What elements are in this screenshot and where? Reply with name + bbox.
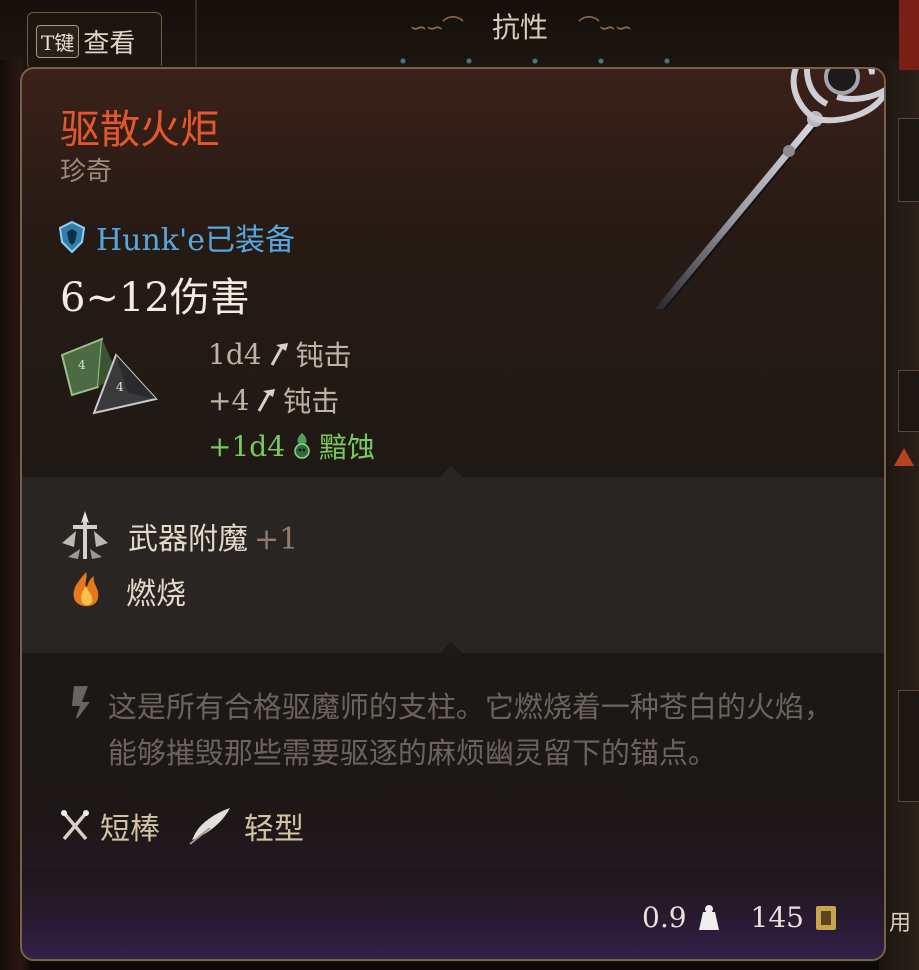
- tooltip-footer: 0.9 145: [22, 869, 884, 959]
- price-value: 145: [750, 901, 804, 934]
- weight-icon: [698, 904, 719, 930]
- crossed-clubs-icon: [61, 810, 89, 841]
- damage-roll-3: +1d4 黯蚀: [208, 423, 375, 469]
- damage-type: 钝击: [295, 339, 352, 372]
- item-rarity: 珍奇: [60, 157, 113, 187]
- weapon-enchantment: 武器附魔 +1: [58, 509, 298, 563]
- bludgeon-icon: [270, 343, 288, 366]
- dice-icon: 4 4: [60, 337, 158, 415]
- equipped-text: Hunk'e已装备: [96, 223, 295, 258]
- feather-icon: [189, 808, 230, 845]
- property-label: 短棒: [100, 812, 160, 847]
- right-tab[interactable]: [899, 0, 919, 70]
- damage-dice: 1d4: [208, 337, 262, 371]
- bludgeon-icon: [257, 389, 276, 412]
- scroll-up-arrow-icon[interactable]: [894, 448, 914, 466]
- gold-coin-icon: [816, 905, 836, 930]
- necrotic-icon: [294, 433, 310, 459]
- special-label: 燃烧: [126, 577, 186, 612]
- view-button-label: 查看: [83, 28, 136, 59]
- damage-dice: +4: [208, 383, 250, 417]
- use-label[interactable]: 用: [889, 905, 911, 937]
- resistance-title: 抗性: [491, 11, 548, 44]
- weapon-properties: 短棒 轻型: [60, 804, 318, 848]
- key-hint: T键: [36, 24, 80, 58]
- staff-icon: [655, 69, 884, 309]
- damage-rolls: 1d4 钝击 +4 钝击 +1d4 黯蚀: [208, 331, 375, 469]
- damage-roll-2: +4 钝击: [208, 377, 375, 423]
- property-label: 轻型: [244, 812, 304, 847]
- damage-dice: +1d4: [208, 429, 286, 463]
- damage-roll-1: 1d4 钝击: [208, 331, 375, 377]
- property-club: 短棒: [60, 804, 160, 848]
- top-panel-title: ∽∽⌒ 抗性 ⌒∽∽: [372, 6, 668, 46]
- damage-type: 黯蚀: [319, 431, 376, 464]
- weight-price: 0.9 145: [642, 901, 838, 934]
- svg-text:4: 4: [116, 380, 124, 394]
- resistance-indicators: [370, 58, 670, 64]
- view-button[interactable]: T键 查看: [27, 12, 162, 70]
- right-slot-2[interactable]: [898, 370, 919, 432]
- item-name: 驱散火炬: [60, 107, 220, 153]
- description-text: 这是所有合格驱魔师的支柱。它燃烧着一种苍白的火焰，能够摧毁那些需要驱逐的麻烦幽灵…: [107, 690, 833, 770]
- enchantment-bonus: +1: [254, 522, 299, 557]
- weight-value: 0.9: [642, 901, 687, 934]
- damage-type: 钝击: [283, 385, 340, 418]
- right-slot-1[interactable]: [898, 118, 919, 202]
- swirl-left-icon: ∽∽⌒: [409, 16, 464, 41]
- item-description: 这是所有合格驱魔师的支柱。它燃烧着一种苍白的火焰，能够摧毁那些需要驱逐的麻烦幽灵…: [68, 684, 848, 776]
- equipped-status: Hunk'e已装备: [58, 215, 295, 259]
- property-light: 轻型: [188, 804, 304, 848]
- shield-icon: [58, 220, 86, 254]
- scroll-quote-icon: [71, 686, 90, 718]
- top-divider: [195, 0, 197, 75]
- svg-text:4: 4: [78, 358, 86, 372]
- fire-icon: [73, 572, 99, 607]
- item-tooltip: 驱散火炬 珍奇 Hunk'e已装备 6~12伤害 4 4 1d4 钝击 +4 钝…: [20, 67, 886, 961]
- right-slot-3[interactable]: [898, 690, 919, 802]
- enchantment-icon: [62, 511, 108, 559]
- enchantment-section: [22, 477, 884, 653]
- swirl-right-icon: ⌒∽∽: [578, 16, 633, 41]
- damage-range: 6~12伤害: [60, 275, 250, 321]
- enchantment-label: 武器附魔: [128, 522, 248, 557]
- special-burning: 燃烧: [68, 569, 186, 613]
